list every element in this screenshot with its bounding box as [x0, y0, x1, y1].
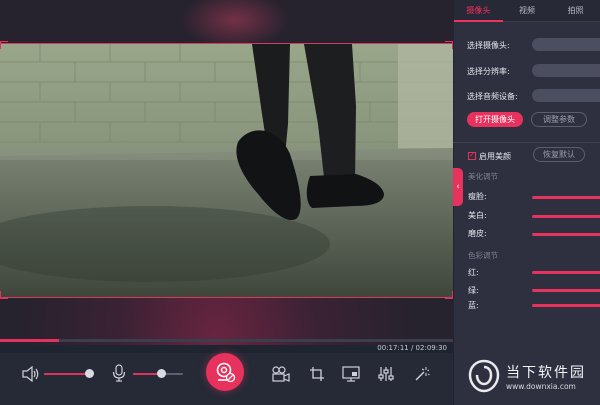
magic-wand-icon[interactable]	[411, 363, 433, 385]
tab-video[interactable]: 视频	[502, 0, 552, 22]
color-section-title: 色彩调节	[468, 251, 498, 260]
panel-tabs: 摄像头 视频 拍照	[454, 0, 600, 22]
tab-camera[interactable]: 摄像头	[454, 0, 503, 22]
red-slider[interactable]	[532, 271, 600, 274]
smoothing-slider[interactable]	[532, 233, 600, 236]
frame-corner-top-left	[0, 41, 8, 49]
enable-beauty-label: 启用美颜	[479, 152, 511, 161]
mic-volume-slider[interactable]	[133, 369, 183, 378]
whitening-slider[interactable]	[532, 215, 600, 218]
audio-device-select[interactable]	[532, 89, 600, 102]
blue-slider[interactable]	[532, 304, 600, 307]
watermark-url: www.downxia.com	[506, 381, 576, 391]
blue-label: 蓝:	[468, 301, 479, 310]
watermark-title: 当下软件园	[506, 364, 586, 381]
tab-photo[interactable]: 拍照	[551, 0, 600, 22]
camera-feed-image	[0, 44, 453, 297]
slim-face-label: 瘦脸:	[468, 192, 487, 201]
camera-preview: 00:17:11 / 02:09:30	[0, 0, 453, 352]
slim-face-slider[interactable]	[532, 196, 600, 199]
playback-progress-fill	[0, 339, 59, 342]
camera-recorder-app: 00:17:11 / 02:09:30 摄像头 视频 拍照 选择摄像头: 选择分…	[0, 0, 600, 405]
red-label: 红:	[468, 268, 479, 277]
current-time: 00:17:11	[377, 344, 409, 352]
video-frame	[0, 43, 453, 298]
adjust-params-button[interactable]: 调整参数	[531, 112, 587, 127]
time-separator: /	[408, 344, 416, 352]
green-label: 绿:	[468, 286, 479, 295]
beauty-section-title: 美化调节	[468, 172, 498, 181]
bottom-toolbar	[0, 353, 453, 405]
total-time: 02:09:30	[415, 344, 447, 352]
beauty-checkbox[interactable]	[468, 150, 476, 160]
reset-default-button[interactable]: 恢复默认	[533, 147, 585, 162]
video-camera-icon[interactable]	[270, 363, 292, 385]
whitening-label: 美白:	[468, 211, 487, 220]
smoothing-label: 磨皮:	[468, 229, 487, 238]
panel-divider	[453, 142, 600, 143]
enable-beauty-toggle[interactable]: 启用美颜	[468, 150, 511, 162]
camera-select[interactable]	[532, 38, 600, 51]
select-camera-label: 选择摄像头:	[467, 41, 510, 50]
frame-corner-bottom-left	[0, 291, 8, 299]
open-camera-button[interactable]: 打开摄像头	[467, 112, 523, 127]
record-button[interactable]	[206, 353, 244, 391]
green-slider[interactable]	[532, 289, 600, 292]
frame-corner-bottom-right	[445, 291, 453, 299]
speaker-volume-knob[interactable]	[84, 369, 94, 378]
select-resolution-label: 选择分辨率:	[467, 67, 510, 76]
settings-panel: 摄像头 视频 拍照	[453, 0, 600, 405]
resolution-select[interactable]	[532, 64, 600, 77]
frame-corner-top-right	[445, 41, 453, 49]
chevron-left-icon: ‹	[456, 182, 460, 192]
watermark-logo-icon	[468, 359, 500, 393]
record-camera-icon	[216, 362, 236, 383]
speaker-volume-slider[interactable]	[44, 369, 94, 378]
mic-volume-knob[interactable]	[157, 369, 166, 378]
collapse-panel-button[interactable]: ‹	[453, 168, 463, 206]
speaker-volume-fill	[44, 373, 89, 375]
screen-record-icon[interactable]	[340, 363, 362, 385]
watermark: 当下软件园 www.downxia.com	[468, 356, 600, 396]
time-readout: 00:17:11 / 02:09:30	[377, 344, 447, 352]
microphone-icon[interactable]	[108, 362, 130, 384]
equalizer-icon[interactable]	[375, 363, 397, 385]
watermark-text: 当下软件园 www.downxia.com	[506, 362, 586, 391]
select-audio-label: 选择音频设备:	[467, 92, 518, 101]
crop-icon[interactable]	[306, 363, 328, 385]
playback-progress-bar[interactable]	[0, 339, 453, 342]
speaker-icon[interactable]	[20, 363, 42, 385]
